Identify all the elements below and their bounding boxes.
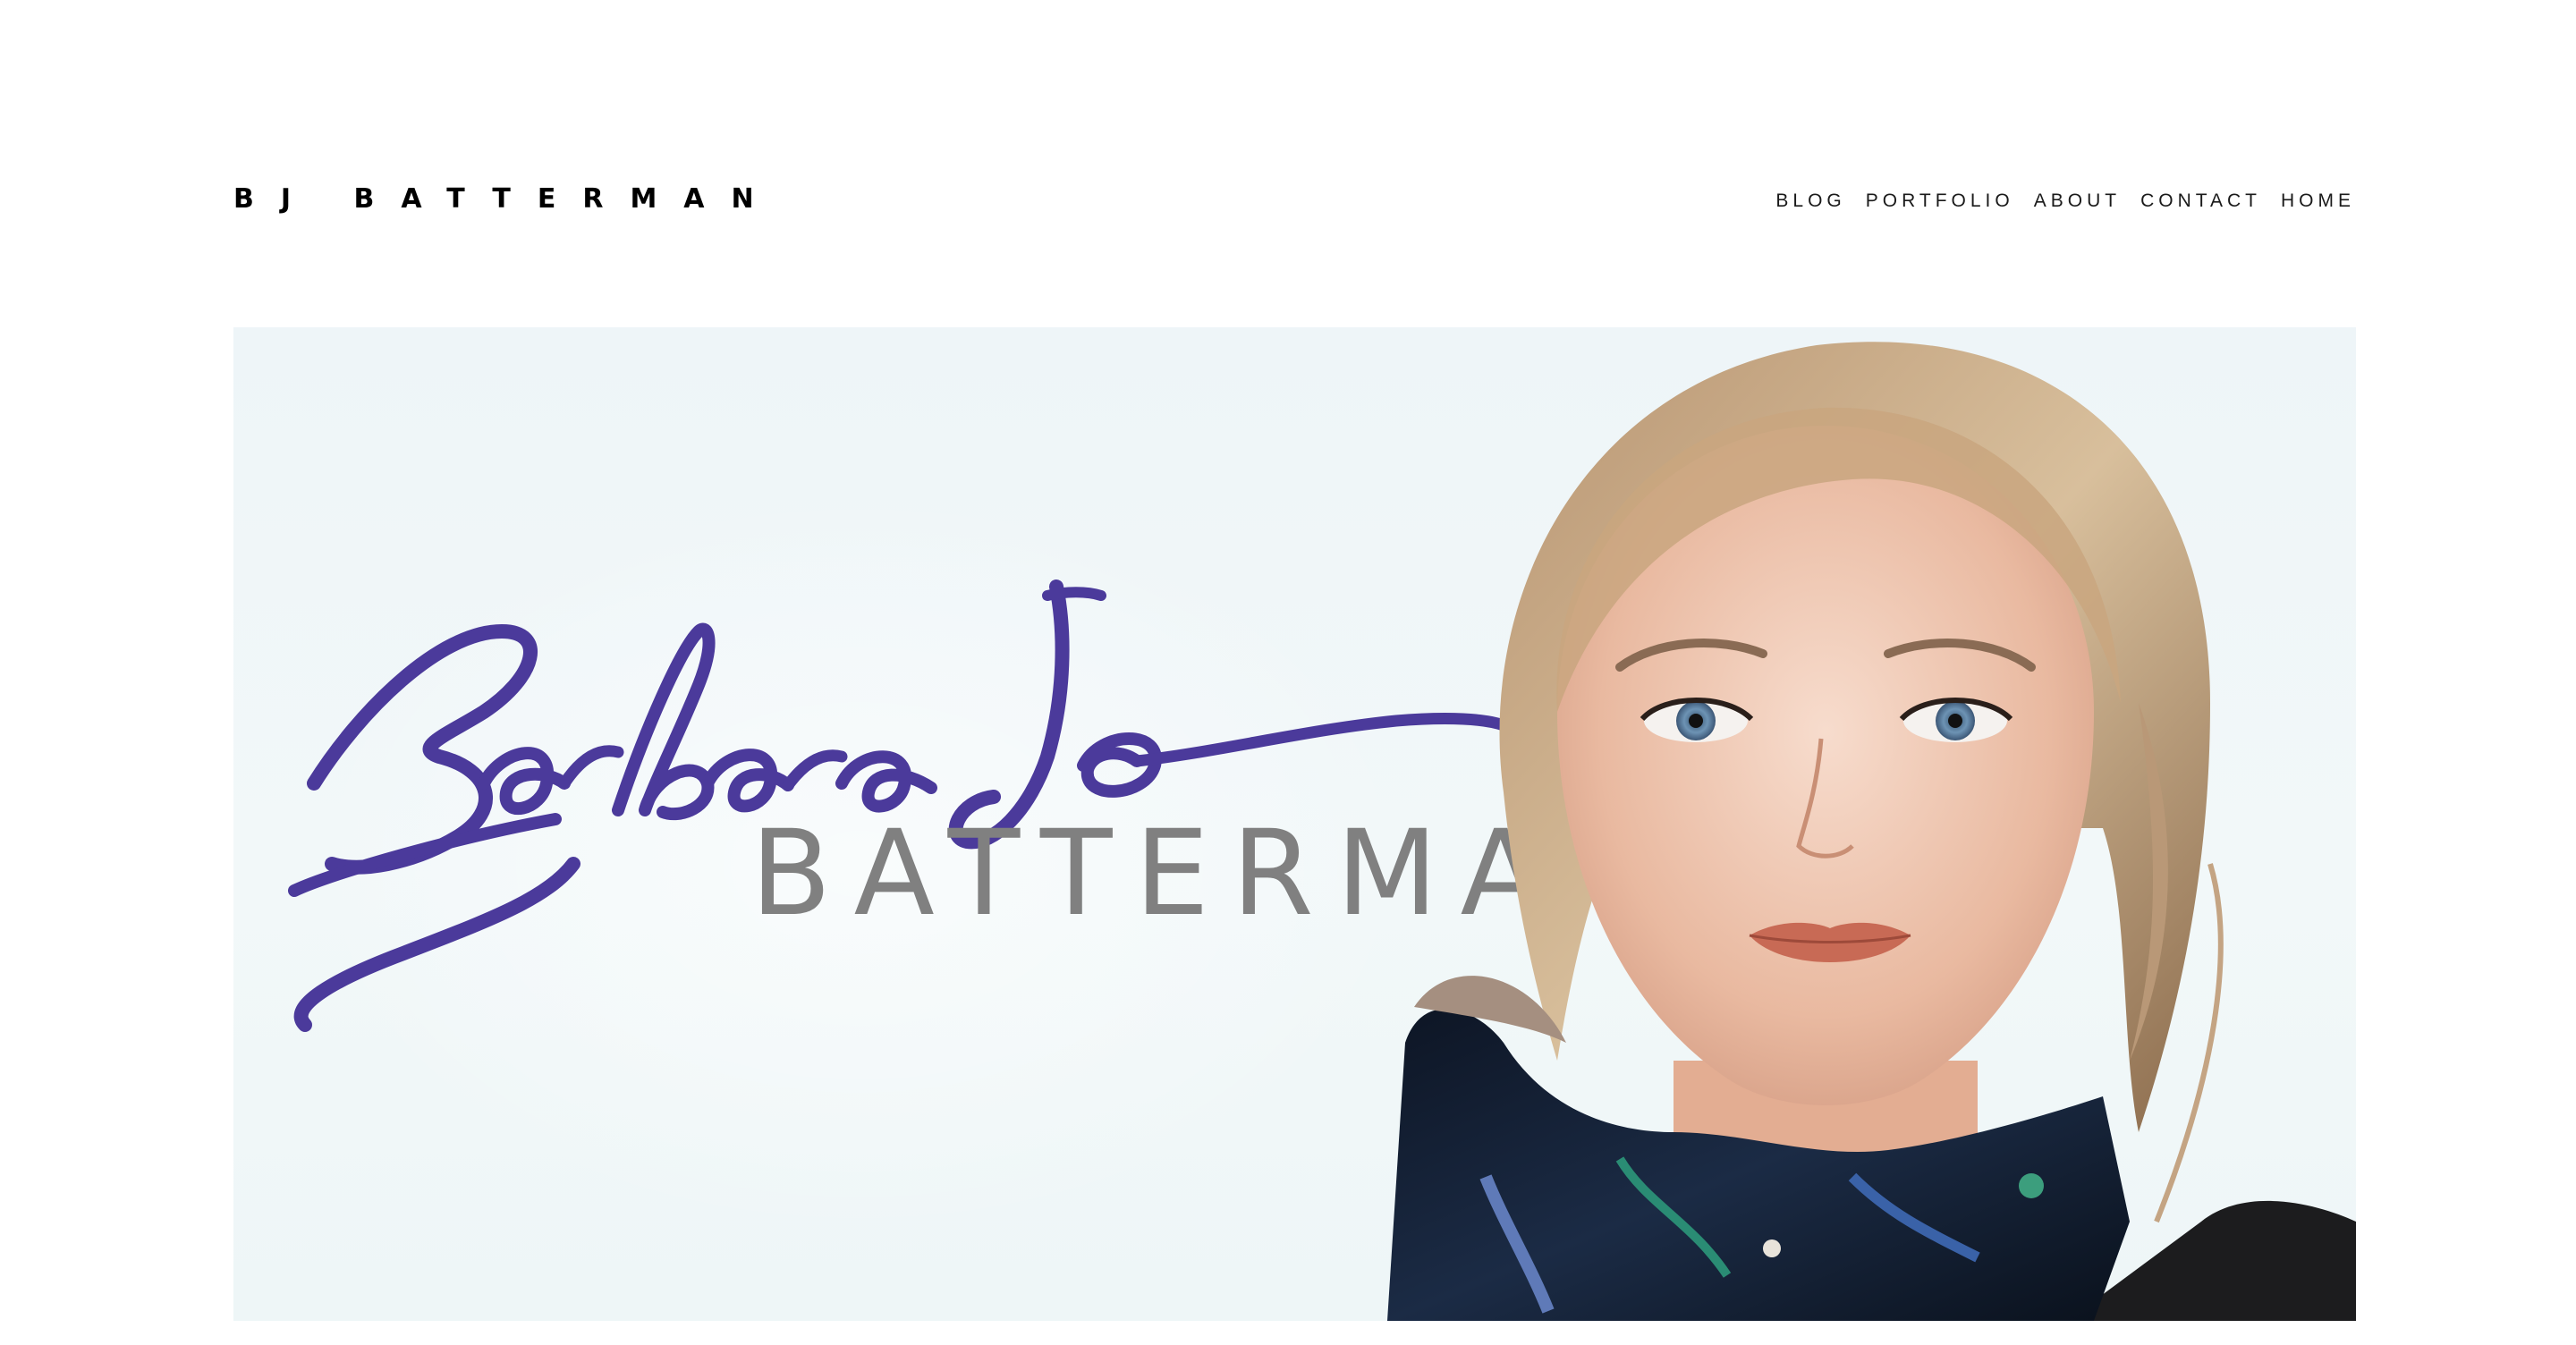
nav-link-about[interactable]: ABOUT: [2034, 188, 2121, 215]
nav-link-blog[interactable]: BLOG: [1775, 188, 1845, 215]
nav-link-contact[interactable]: CONTACT: [2140, 188, 2261, 215]
main-navigation: BLOG PORTFOLIO ABOUT CONTACT HOME: [1756, 188, 2355, 215]
site-title-link[interactable]: BJ BATTERMAN: [233, 182, 781, 217]
nav-link-home[interactable]: HOME: [2281, 188, 2355, 215]
site-header: BJ BATTERMAN BLOG PORTFOLIO ABOUT CONTAC…: [0, 0, 2576, 322]
hero-banner: BATTERMAN: [233, 327, 2356, 1321]
nav-link-portfolio[interactable]: PORTFOLIO: [1866, 188, 2014, 215]
portrait-photo: [1387, 342, 2356, 1321]
